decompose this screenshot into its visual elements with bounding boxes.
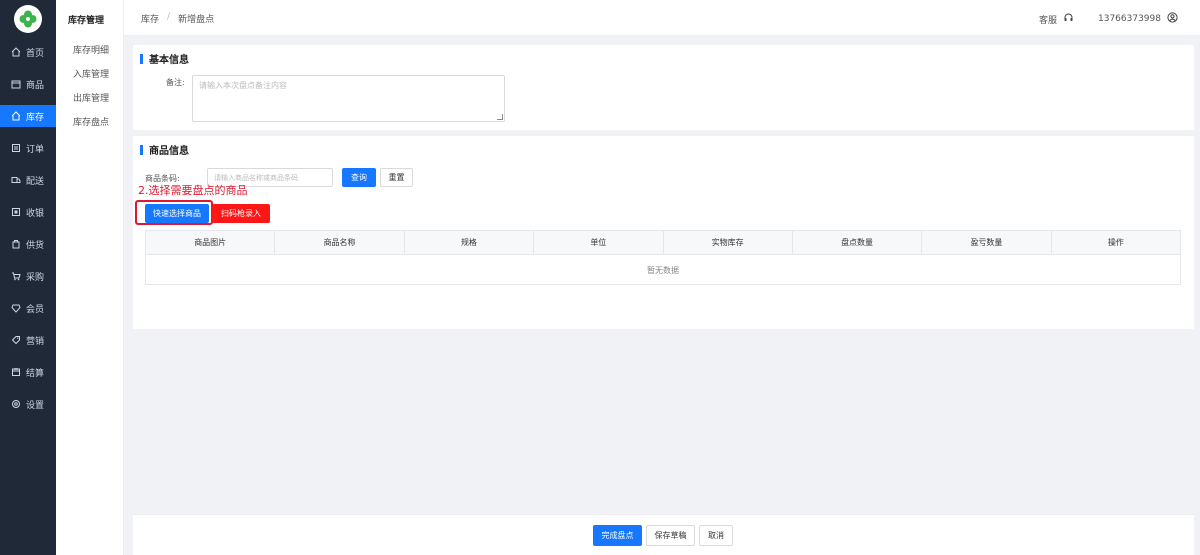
resize-handle-icon[interactable] bbox=[497, 114, 503, 120]
col-count-qty: 盘点数量 bbox=[793, 231, 923, 254]
basic-info-title: 基本信息 bbox=[140, 51, 189, 66]
cashier-icon bbox=[10, 207, 21, 218]
sidebar-item-member[interactable]: 会员 bbox=[0, 297, 56, 319]
remark-label: 备注: bbox=[166, 78, 185, 87]
cancel-button[interactable]: 取消 bbox=[699, 525, 733, 546]
breadcrumb-inventory[interactable]: 库存 bbox=[141, 12, 159, 25]
user-avatar-icon[interactable] bbox=[1167, 12, 1178, 26]
col-unit: 单位 bbox=[534, 231, 664, 254]
main-sidebar: 首页 商品 库存 订单 配送 收银 供货 采购 会员 营销 结算 设置 bbox=[0, 0, 56, 555]
table-header: 商品图片 商品名称 规格 单位 实物库存 盘点数量 盈亏数量 操作 bbox=[146, 231, 1180, 255]
col-actions: 操作 bbox=[1107, 238, 1124, 247]
inventory-icon bbox=[10, 111, 21, 122]
subnav-item-inbound[interactable]: 入库管理 bbox=[73, 67, 109, 80]
breadcrumb-new-stocktake: 新增盘点 bbox=[178, 15, 215, 25]
sidebar-item-orders[interactable]: 订单 bbox=[0, 137, 56, 159]
marketing-icon bbox=[10, 335, 21, 346]
sidebar-item-settlement[interactable]: 结算 bbox=[0, 361, 56, 383]
sidebar-item-label: 供货 bbox=[26, 240, 45, 251]
settings-icon bbox=[10, 399, 21, 410]
order-icon bbox=[10, 143, 21, 154]
complete-stocktake-button[interactable]: 完成盘点 bbox=[593, 525, 642, 546]
sidebar-item-purchase[interactable]: 采购 bbox=[0, 265, 56, 287]
goods-icon bbox=[10, 79, 21, 90]
col-diff-qty: 盈亏数量 bbox=[922, 231, 1052, 254]
empty-state-text: 暂无数据 bbox=[647, 265, 679, 275]
subnav-item-stock-detail[interactable]: 库存明细 bbox=[73, 43, 109, 56]
col-name: 商品名称 bbox=[275, 231, 405, 254]
subnav-item-outbound[interactable]: 出库管理 bbox=[73, 91, 109, 104]
sidebar-item-home[interactable]: 首页 bbox=[0, 41, 56, 63]
sidebar-item-label: 营销 bbox=[26, 336, 45, 347]
goods-table: 商品图片 商品名称 规格 单位 实物库存 盘点数量 盈亏数量 操作 暂无数据 bbox=[145, 230, 1181, 285]
header-actions: 客服 13766373998 bbox=[1039, 12, 1178, 26]
top-bar: 库存 / 新增盘点 客服 13766373998 bbox=[124, 0, 1200, 36]
sidebar-item-label: 采购 bbox=[26, 272, 45, 283]
sidebar-item-label: 订单 bbox=[26, 144, 45, 155]
breadcrumb-separator: / bbox=[167, 12, 171, 22]
sidebar-item-settings[interactable]: 设置 bbox=[0, 393, 56, 415]
remark-textarea[interactable]: 请输入本次盘点备注内容 bbox=[192, 75, 505, 122]
sub-sidebar: 库存管理 库存明细 入库管理 出库管理 库存盘点 bbox=[56, 0, 124, 555]
section-marker bbox=[140, 144, 143, 155]
sidebar-item-label: 收银 bbox=[26, 208, 45, 219]
service-link[interactable]: 客服 bbox=[1039, 13, 1057, 26]
remark-placeholder: 请输入本次盘点备注内容 bbox=[199, 81, 287, 90]
quick-select-goods-button[interactable]: 快速选择商品 bbox=[145, 204, 209, 223]
query-button[interactable]: 查询 bbox=[342, 168, 376, 187]
sidebar-item-label: 结算 bbox=[26, 368, 45, 379]
reset-button[interactable]: 重置 bbox=[380, 168, 413, 187]
sidebar-item-label: 商品 bbox=[26, 80, 45, 91]
delivery-icon bbox=[10, 175, 21, 186]
settlement-icon bbox=[10, 367, 21, 378]
goods-info-title-text: 商品信息 bbox=[149, 146, 189, 157]
supply-icon bbox=[10, 239, 21, 250]
basic-info-title-text: 基本信息 bbox=[149, 55, 189, 66]
sidebar-item-label: 会员 bbox=[26, 304, 45, 315]
sidebar-item-inventory[interactable]: 库存 bbox=[0, 105, 56, 127]
cart-icon bbox=[10, 271, 21, 282]
sidebar-item-delivery[interactable]: 配送 bbox=[0, 169, 56, 191]
scanner-entry-button[interactable]: 扫码枪录入 bbox=[212, 204, 270, 223]
sidebar-item-label: 设置 bbox=[26, 400, 45, 411]
section-marker bbox=[140, 53, 143, 64]
subnav-item-stocktake[interactable]: 库存盘点 bbox=[73, 115, 109, 128]
clover-logo-icon bbox=[19, 10, 37, 28]
home-icon bbox=[10, 47, 21, 58]
user-phone[interactable]: 13766373998 bbox=[1098, 14, 1161, 24]
col-spec: 规格 bbox=[405, 231, 535, 254]
member-icon bbox=[10, 303, 21, 314]
col-image: 商品图片 bbox=[146, 231, 276, 254]
save-draft-button[interactable]: 保存草稿 bbox=[646, 525, 695, 546]
annotation-text: 2.选择需要盘点的商品 bbox=[138, 184, 248, 197]
headset-icon[interactable] bbox=[1063, 12, 1074, 26]
sidebar-item-marketing[interactable]: 营销 bbox=[0, 329, 56, 351]
logo[interactable] bbox=[14, 5, 42, 33]
breadcrumb: 库存 / 新增盘点 bbox=[141, 12, 214, 25]
subnav-title: 库存管理 bbox=[68, 16, 105, 26]
sidebar-item-label: 配送 bbox=[26, 176, 45, 187]
sidebar-item-goods[interactable]: 商品 bbox=[0, 73, 56, 95]
sidebar-item-label: 首页 bbox=[26, 48, 45, 59]
sidebar-item-cashier[interactable]: 收银 bbox=[0, 201, 56, 223]
goods-info-title: 商品信息 bbox=[140, 142, 189, 157]
sidebar-item-label: 库存 bbox=[26, 112, 45, 123]
sidebar-item-supply[interactable]: 供货 bbox=[0, 233, 56, 255]
col-physical-stock: 实物库存 bbox=[664, 231, 793, 254]
